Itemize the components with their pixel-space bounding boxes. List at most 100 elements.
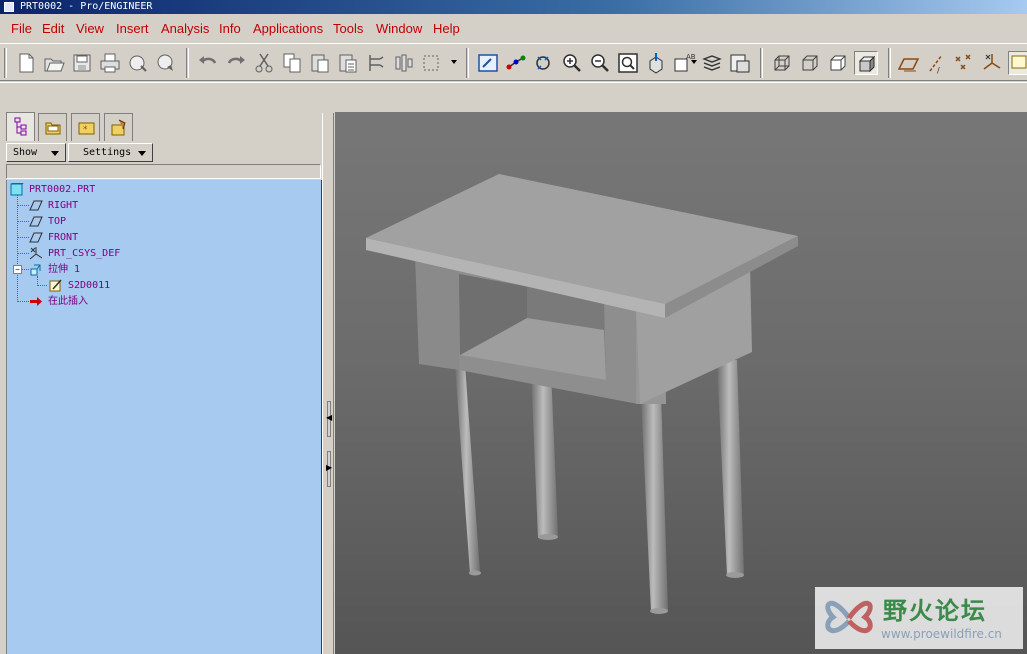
select-box-icon[interactable] bbox=[420, 51, 444, 75]
menu-file[interactable]: File bbox=[11, 21, 32, 36]
menu-view[interactable]: View bbox=[76, 21, 104, 36]
favorites-tab-icon[interactable]: * bbox=[71, 113, 100, 141]
chevron-left-icon: ◀ bbox=[326, 413, 333, 422]
model-tree-tab-icon[interactable] bbox=[6, 112, 35, 141]
wireframe-icon[interactable] bbox=[770, 51, 794, 75]
menu-analysis[interactable]: Analysis bbox=[161, 21, 209, 36]
forum-watermark: 野火论坛 www.proewildfire.cn bbox=[815, 587, 1023, 649]
window-title: PRT0002 - Pro/ENGINEER bbox=[20, 1, 153, 12]
spin-center-icon[interactable] bbox=[504, 51, 528, 75]
chevron-down-icon bbox=[51, 151, 59, 156]
csys-icon[interactable] bbox=[980, 51, 1004, 75]
tree-connector bbox=[17, 194, 18, 302]
tree-item-right[interactable]: RIGHT bbox=[29, 198, 309, 213]
paste-special-icon[interactable] bbox=[336, 51, 360, 75]
pro-engineer-window: PRT0002 - Pro/ENGINEER File Edit View In… bbox=[0, 0, 1027, 654]
save-icon[interactable] bbox=[70, 51, 94, 75]
tree-item-label: 在此插入 bbox=[48, 296, 88, 307]
view-manager-icon[interactable] bbox=[728, 51, 752, 75]
zoom-out-icon[interactable] bbox=[588, 51, 612, 75]
toolbar-separator bbox=[186, 48, 189, 78]
coordinate-system-icon bbox=[29, 247, 43, 260]
tree-connector bbox=[17, 221, 29, 222]
redo-icon[interactable] bbox=[224, 51, 248, 75]
tree-item-label: S2D0011 bbox=[68, 280, 111, 291]
new-icon[interactable] bbox=[14, 51, 38, 75]
sketch-icon bbox=[49, 279, 63, 292]
insert-here-arrow-icon bbox=[29, 295, 43, 308]
chevron-down-icon bbox=[138, 151, 146, 156]
navigator-splitter[interactable]: ◀ ▶ bbox=[322, 113, 334, 654]
tree-item-label: PRT_CSYS_DEF bbox=[48, 248, 121, 259]
regen-manager-icon[interactable] bbox=[392, 51, 416, 75]
toolbar-separator bbox=[760, 48, 763, 78]
svg-text:*: * bbox=[83, 125, 88, 135]
tree-item-csys[interactable]: PRT_CSYS_DEF bbox=[29, 246, 309, 261]
shading-icon[interactable] bbox=[854, 51, 878, 75]
menu-tools[interactable]: Tools bbox=[333, 21, 363, 36]
menu-help[interactable]: Help bbox=[433, 21, 460, 36]
repaint-icon[interactable] bbox=[476, 51, 500, 75]
send-mail-icon[interactable] bbox=[126, 51, 150, 75]
tree-item-insert-here[interactable]: 在此插入 bbox=[29, 294, 309, 309]
sketch-icon[interactable] bbox=[1008, 51, 1027, 75]
toolbar-separator bbox=[888, 48, 891, 78]
undo-icon[interactable] bbox=[196, 51, 220, 75]
tree-item-part[interactable]: PRT0002.PRT bbox=[10, 182, 310, 197]
menu-info[interactable]: Info bbox=[219, 21, 241, 36]
layers-icon[interactable] bbox=[700, 51, 724, 75]
datum-plane-icon bbox=[29, 231, 43, 244]
tree-item-label: PRT0002.PRT bbox=[29, 184, 96, 195]
watermark-name: 野火论坛 bbox=[883, 597, 987, 625]
orient-mode-icon[interactable] bbox=[532, 51, 556, 75]
folder-browser-tab-icon[interactable] bbox=[38, 113, 67, 141]
toolbar-grip bbox=[4, 48, 7, 78]
paste-icon[interactable] bbox=[308, 51, 332, 75]
tree-item-label: 拉伸 1 bbox=[48, 264, 81, 275]
saved-views-dropdown-arrow[interactable] bbox=[691, 60, 697, 64]
tree-item-front[interactable]: FRONT bbox=[29, 230, 309, 245]
hidden-line-icon[interactable] bbox=[798, 51, 822, 75]
title-bar[interactable]: PRT0002 - Pro/ENGINEER bbox=[0, 0, 1027, 14]
shaded-part-model[interactable] bbox=[335, 112, 1027, 654]
show-dropdown[interactable]: Show bbox=[6, 143, 66, 162]
tree-connector bbox=[17, 301, 29, 302]
model-tree: PRT0002.PRT RIGHT TOP FRONT PRT_CSYS_DEF… bbox=[6, 180, 322, 654]
settings-dropdown[interactable]: Settings bbox=[68, 143, 153, 162]
part-icon bbox=[10, 182, 25, 196]
connections-tab-icon[interactable] bbox=[104, 113, 133, 141]
tree-connector bbox=[17, 205, 29, 206]
svg-text:/: / bbox=[937, 66, 940, 75]
tree-item-top[interactable]: TOP bbox=[29, 214, 309, 229]
graphics-window[interactable] bbox=[335, 112, 1027, 654]
datum-planes-icon[interactable] bbox=[896, 51, 920, 75]
tree-item-sketch[interactable]: S2D0011 bbox=[49, 278, 309, 293]
show-label: Show bbox=[13, 147, 38, 158]
print-icon[interactable] bbox=[98, 51, 122, 75]
reorient-icon[interactable] bbox=[644, 51, 668, 75]
settings-label: Settings bbox=[83, 147, 132, 158]
select-dropdown-arrow[interactable] bbox=[451, 60, 457, 64]
collapse-toggle[interactable]: − bbox=[13, 265, 22, 274]
send-link-icon[interactable] bbox=[154, 51, 178, 75]
refit-icon[interactable] bbox=[616, 51, 640, 75]
zoom-in-icon[interactable] bbox=[560, 51, 584, 75]
datum-axes-icon[interactable]: / bbox=[924, 51, 948, 75]
datum-plane-icon bbox=[29, 215, 43, 228]
cut-icon[interactable] bbox=[252, 51, 276, 75]
menu-edit[interactable]: Edit bbox=[42, 21, 64, 36]
tree-item-extrude[interactable]: 拉伸 1 bbox=[29, 262, 309, 277]
menu-applications[interactable]: Applications bbox=[253, 21, 323, 36]
tree-item-label: FRONT bbox=[48, 232, 79, 243]
copy-icon[interactable] bbox=[280, 51, 304, 75]
no-hidden-icon[interactable] bbox=[826, 51, 850, 75]
regenerate-icon[interactable] bbox=[364, 51, 388, 75]
tree-item-label: TOP bbox=[48, 216, 67, 227]
open-icon[interactable] bbox=[42, 51, 66, 75]
extrude-icon bbox=[29, 263, 43, 276]
tree-connector bbox=[17, 237, 29, 238]
chevron-right-icon: ▶ bbox=[326, 463, 333, 472]
menu-window[interactable]: Window bbox=[376, 21, 422, 36]
datum-points-icon[interactable] bbox=[952, 51, 976, 75]
menu-insert[interactable]: Insert bbox=[116, 21, 149, 36]
